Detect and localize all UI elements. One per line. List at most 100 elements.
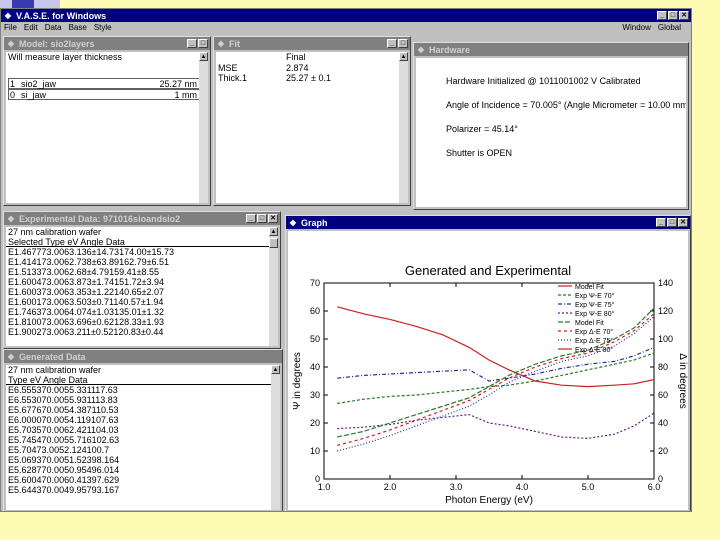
app-titlebar[interactable]: ◆ V.A.S.E. for Windows _ □ ✕ bbox=[1, 9, 691, 22]
maximize-button[interactable]: □ bbox=[667, 218, 677, 227]
table-row[interactable]: E5.644370.0049.95793.167 bbox=[6, 485, 271, 495]
hardware-window-titlebar[interactable]: ◆ Hardware bbox=[414, 43, 688, 56]
table-cell: 70.00 bbox=[41, 435, 65, 445]
model-window-content: Will measure layer thickness 1 sio2_jaw … bbox=[6, 52, 199, 203]
table-row[interactable]: E6.555370.0055.331117.63 bbox=[6, 385, 271, 395]
table-cell: 5.6287 bbox=[14, 465, 42, 475]
legend-entry: Exp Ψ-E 70° bbox=[575, 292, 615, 300]
table-row[interactable]: E5.069370.0051.52398.164 bbox=[6, 455, 271, 465]
hardware-window-title: Hardware bbox=[429, 44, 471, 55]
table-cell: 55.331 bbox=[64, 385, 91, 395]
table-cell: 162.79±6.51 bbox=[119, 257, 170, 267]
table-cell: 54.119 bbox=[64, 415, 91, 425]
table-cell: 70.00 bbox=[41, 385, 65, 395]
scroll-up-icon[interactable]: ▲ bbox=[199, 52, 208, 61]
model-scrollbar[interactable]: ▲ bbox=[199, 52, 208, 203]
y2-tick-label: 0 bbox=[658, 474, 663, 484]
experimental-window-content: 27 nm calibration wafer Selected Type eV… bbox=[6, 227, 269, 346]
scroll-up-icon[interactable]: ▲ bbox=[269, 227, 278, 236]
table-cell: 97.629 bbox=[91, 475, 120, 485]
graph-window-content: Generated and Experimental 1.0 2.0 3.0 4.0 5.… bbox=[288, 231, 688, 510]
window-icon: ◆ bbox=[289, 218, 297, 227]
maximize-button[interactable]: □ bbox=[257, 214, 267, 223]
generated-window-titlebar[interactable]: ◆ Generated Data bbox=[4, 350, 282, 363]
scroll-up-icon[interactable]: ▲ bbox=[271, 365, 280, 374]
layer-row[interactable]: 1 sio2_jaw 25.27 nm bbox=[8, 78, 199, 89]
x-tick-label: 5.0 bbox=[582, 482, 595, 492]
table-row[interactable]: E1.414173.0062.738±63.89162.79±6.51 bbox=[6, 257, 269, 267]
close-button[interactable]: ✕ bbox=[268, 214, 278, 223]
fit-scrollbar[interactable]: ▲ bbox=[399, 52, 408, 203]
maximize-button[interactable]: □ bbox=[398, 39, 408, 48]
generated-scrollbar[interactable]: ▲ bbox=[271, 365, 280, 510]
model-window-titlebar[interactable]: ◆ Model: sio2layers _ □ bbox=[4, 37, 210, 50]
menu-file[interactable]: File bbox=[4, 23, 17, 32]
table-cell: 73.00 bbox=[41, 247, 65, 257]
table-row[interactable]: E1.810073.0063.696±0.62128.33±1.93 bbox=[6, 317, 269, 327]
table-row[interactable]: E5.70473.0052.124100.7 bbox=[6, 445, 271, 455]
chart-title: Generated and Experimental bbox=[405, 263, 571, 278]
table-row[interactable]: E1.513373.0062.68±4.79159.41±8.55 bbox=[6, 267, 269, 277]
table-cell: 107.63 bbox=[90, 415, 119, 425]
x-tick-label: 2.0 bbox=[384, 482, 397, 492]
menu-base[interactable]: Base bbox=[69, 23, 87, 32]
menu-global[interactable]: Global bbox=[658, 23, 681, 32]
table-cell: 70.00 bbox=[41, 425, 65, 435]
table-row[interactable]: E5.703570.0062.421104.03 bbox=[6, 425, 271, 435]
table-cell: 5.704 bbox=[14, 445, 37, 455]
table-row[interactable]: E5.600470.0060.41397.629 bbox=[6, 475, 271, 485]
minimize-button[interactable]: _ bbox=[187, 39, 197, 48]
experimental-window-titlebar[interactable]: ◆ Experimental Data: 971016sioandsio2 _ □… bbox=[4, 212, 280, 225]
menu-edit[interactable]: Edit bbox=[24, 23, 38, 32]
vase-app-window: ◆ V.A.S.E. for Windows _ □ ✕ File Edit D… bbox=[0, 8, 692, 512]
table-row[interactable]: E6.000070.0054.119107.63 bbox=[6, 415, 271, 425]
table-row[interactable]: E1.746373.0064.074±1.03135.01±1.32 bbox=[6, 307, 269, 317]
minimize-button[interactable]: _ bbox=[387, 39, 397, 48]
table-cell: 54.387 bbox=[64, 405, 92, 415]
minimize-button[interactable]: _ bbox=[246, 214, 256, 223]
table-cell: 1.6003 bbox=[14, 287, 42, 297]
table-cell: 70.00 bbox=[41, 415, 65, 425]
layer-row[interactable]: 0 si_jaw 1 mm bbox=[8, 89, 199, 100]
table-row[interactable]: E6.553070.0055.931113.83 bbox=[6, 395, 271, 405]
table-row[interactable]: E1.600173.0063.503±0.71140.57±1.94 bbox=[6, 297, 269, 307]
experimental-scrollbar[interactable]: ▲ bbox=[269, 227, 278, 346]
minimize-button[interactable]: _ bbox=[656, 218, 666, 227]
maximize-button[interactable]: □ bbox=[198, 39, 208, 48]
minimize-button[interactable]: _ bbox=[657, 11, 667, 20]
window-icon: ◆ bbox=[7, 39, 15, 48]
maximize-button[interactable]: □ bbox=[668, 11, 678, 20]
app-icon: ◆ bbox=[4, 11, 12, 20]
menu-style[interactable]: Style bbox=[94, 23, 112, 32]
table-cell: 5.7035 bbox=[14, 425, 42, 435]
scroll-thumb[interactable] bbox=[269, 238, 278, 248]
table-row[interactable]: E1.900273.0063.211±0.52120.83±0.44 bbox=[6, 327, 269, 337]
table-row[interactable]: E5.628770.0050.95496.014 bbox=[6, 465, 271, 475]
y-tick-label: 10 bbox=[310, 446, 320, 456]
table-cell: 1.4141 bbox=[14, 257, 42, 267]
table-cell: 50.954 bbox=[64, 465, 92, 475]
table-cell: 51.523 bbox=[64, 455, 92, 465]
table-row[interactable]: E1.600473.0063.873±1.74151.72±3.94 bbox=[6, 277, 269, 287]
table-row[interactable]: E5.677670.0054.387110.53 bbox=[6, 405, 271, 415]
table-row[interactable]: E5.745470.0055.716102.63 bbox=[6, 435, 271, 445]
y2-tick-label: 140 bbox=[658, 278, 673, 288]
layer-value: 25.27 nm bbox=[159, 79, 197, 89]
menu-data[interactable]: Data bbox=[45, 23, 62, 32]
graph-window-titlebar[interactable]: ◆ Graph _ □ ✕ bbox=[286, 216, 690, 229]
table-row[interactable]: E1.467773.0063.136±14.73174.00±15.73 bbox=[6, 247, 269, 257]
scroll-up-icon[interactable]: ▲ bbox=[399, 52, 408, 61]
menu-window[interactable]: Window bbox=[622, 23, 650, 32]
table-cell: 70.00 bbox=[41, 475, 65, 485]
close-button[interactable]: ✕ bbox=[678, 218, 688, 227]
hardware-window: ◆ Hardware Hardware Initialized @ 101100… bbox=[413, 42, 689, 210]
table-cell: 1.7463 bbox=[14, 307, 42, 317]
table-row[interactable]: E1.600373.0063.353±1.22140.65±2.07 bbox=[6, 287, 269, 297]
model-message: Will measure layer thickness bbox=[8, 52, 123, 62]
fit-window-titlebar[interactable]: ◆ Fit _ □ bbox=[214, 37, 410, 50]
close-button[interactable]: ✕ bbox=[679, 11, 689, 20]
table-cell: 73.00 bbox=[41, 307, 65, 317]
legend-entry: Exp Δ-E 80° bbox=[575, 346, 613, 354]
y2-tick-label: 60 bbox=[658, 390, 668, 400]
generated-rows: E6.555370.0055.331117.63 E6.553070.0055.9… bbox=[6, 385, 271, 495]
